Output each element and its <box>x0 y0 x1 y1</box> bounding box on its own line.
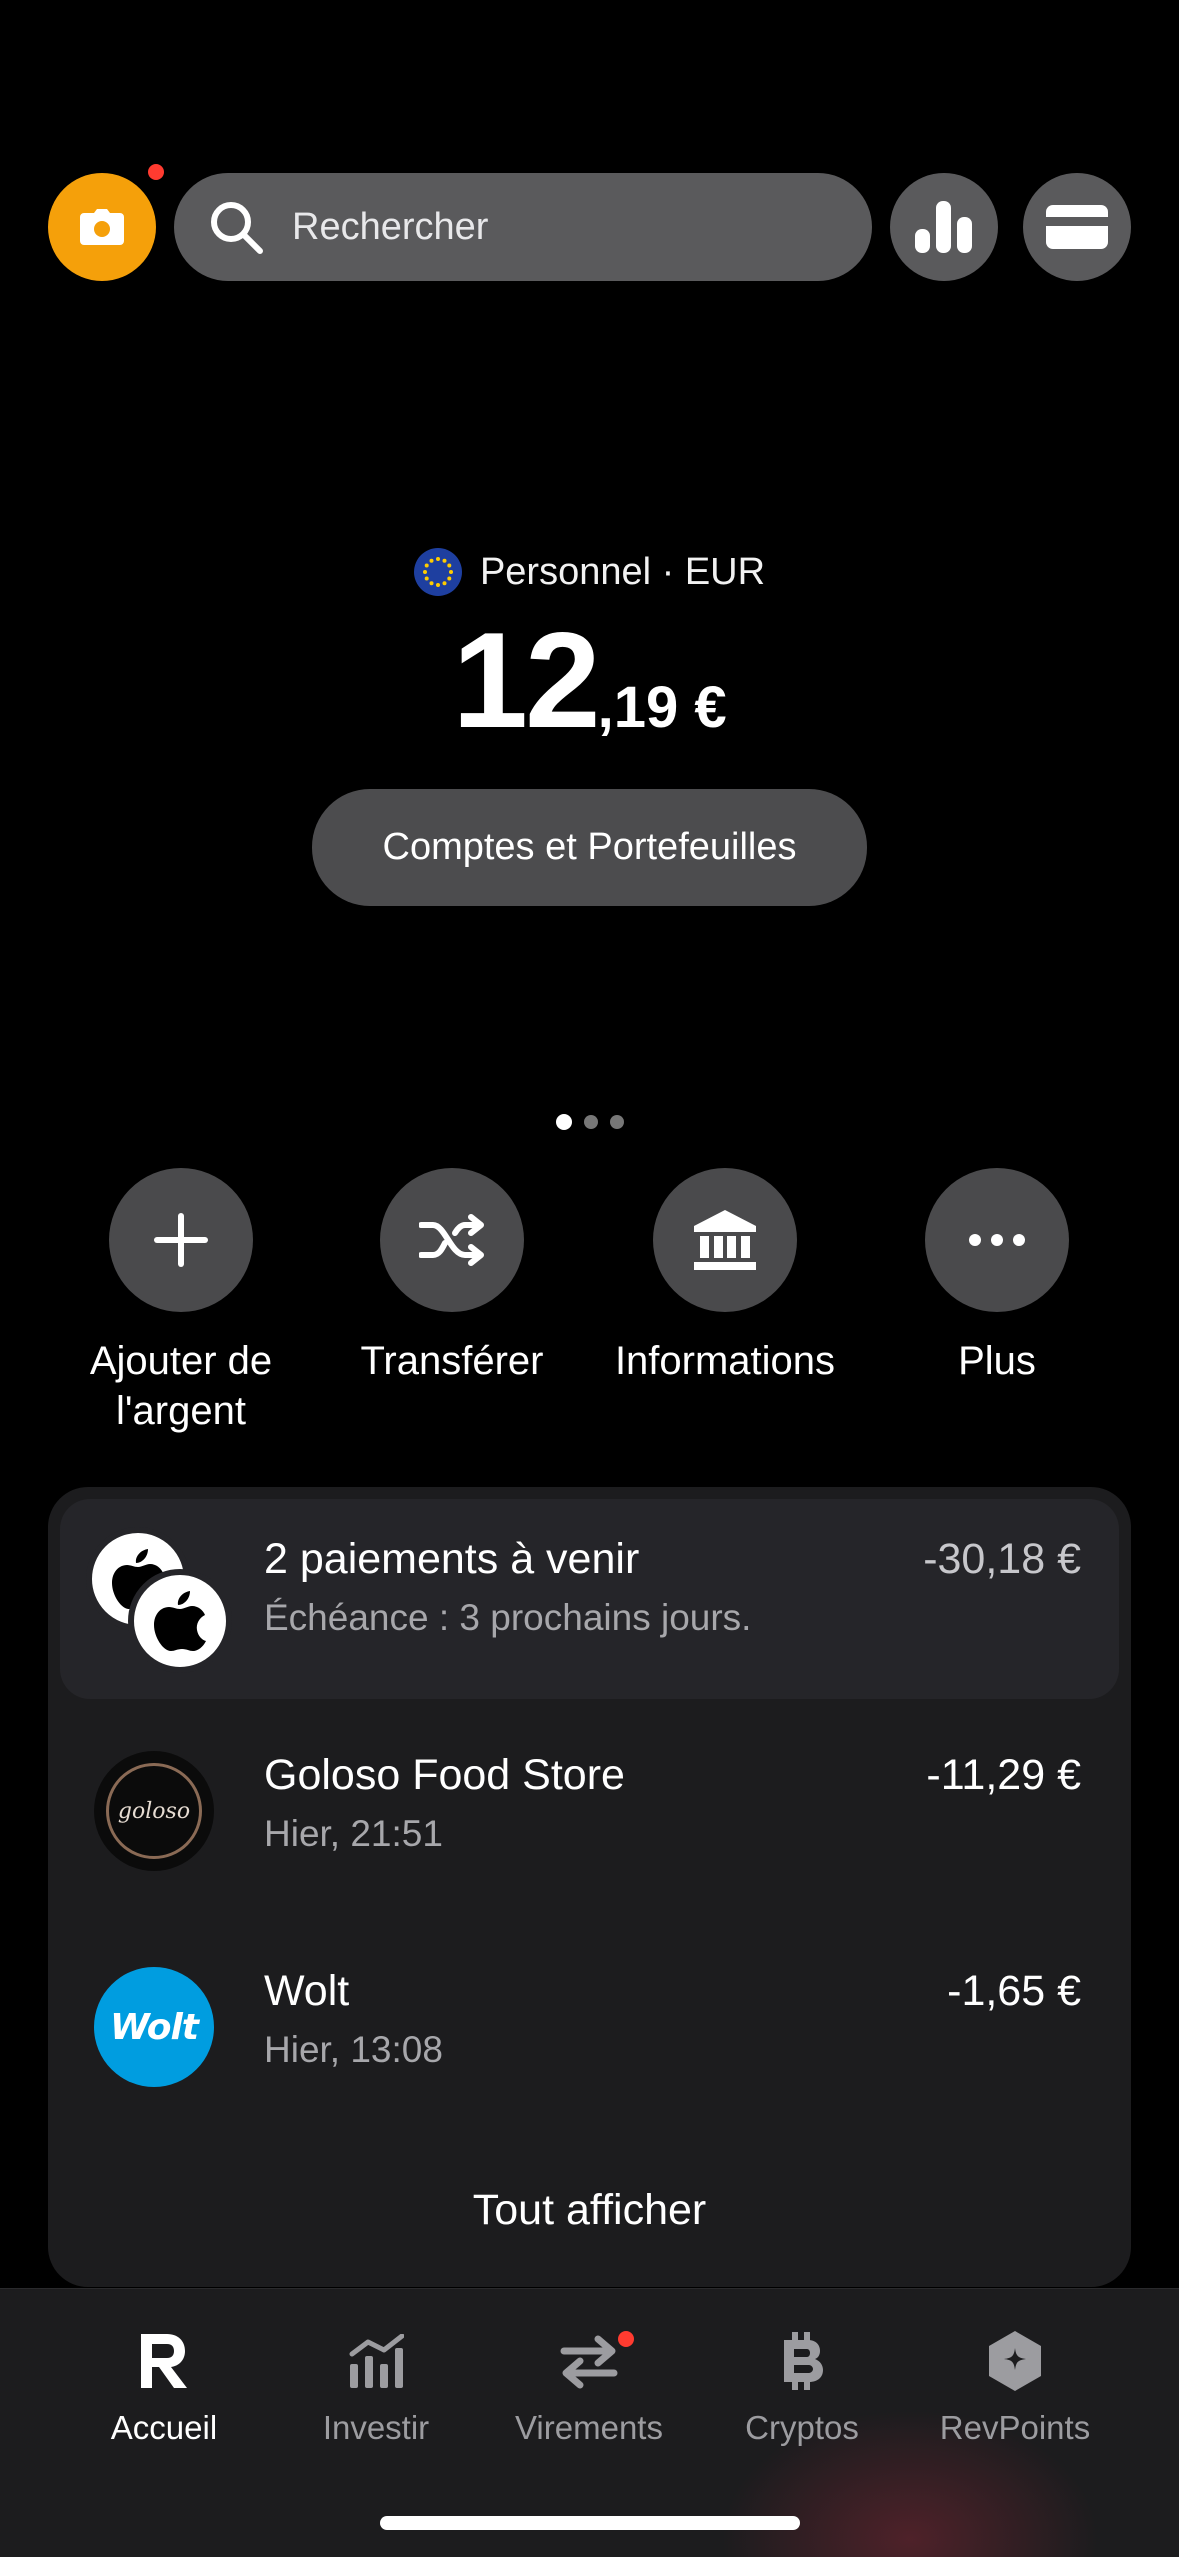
nav-revpoints-label: RevPoints <box>939 2409 1091 2446</box>
revolut-r-icon <box>141 2334 187 2388</box>
page-dot[interactable] <box>609 1115 624 1129</box>
transfer-arrows-icon <box>560 2335 618 2389</box>
nav-invest-label: Investir <box>322 2409 430 2446</box>
transaction-title: Goloso Food Store <box>264 1751 625 1799</box>
nav-home-label: Accueil <box>110 2409 218 2446</box>
nav-transfers-label: Virements <box>515 2409 663 2446</box>
eu-flag-icon <box>413 548 462 596</box>
home-indicator <box>380 2516 800 2530</box>
bank-icon <box>694 1210 756 1270</box>
transaction-amount: -11,29 € <box>926 1751 1081 1799</box>
transaction-time: Hier, 21:51 <box>264 1813 443 1854</box>
transaction-title: Wolt <box>264 1967 350 2015</box>
plus-icon <box>154 1213 208 1267</box>
bitcoin-icon <box>784 2332 823 2390</box>
analytics-button[interactable] <box>890 173 998 281</box>
upcoming-title: 2 paiements à venir <box>264 1535 640 1583</box>
more-icon <box>969 1234 1025 1246</box>
transactions-card: 2 paiements à venir Échéance : 3 prochai… <box>48 1487 1131 2287</box>
search-bar[interactable]: Rechercher <box>174 173 872 281</box>
notification-dot <box>148 164 164 180</box>
invest-chart-icon <box>349 2334 404 2388</box>
account-label: Personnel · EUR <box>479 550 766 593</box>
show-all-link[interactable]: Tout afficher <box>48 2186 1131 2235</box>
balance-integer: 12 <box>452 604 600 756</box>
information-button[interactable] <box>653 1168 797 1312</box>
apple-logo-icon <box>128 1569 232 1673</box>
add-money-action[interactable]: Ajouter de l'argent <box>51 1168 311 1436</box>
revpoints-icon <box>989 2331 1041 2391</box>
transaction-amount: -1,65 € <box>947 1967 1081 2015</box>
wolt-logo: Wolt <box>94 1967 214 2087</box>
nav-invest[interactable]: Investir <box>266 2319 486 2447</box>
wolt-logo-text: Wolt <box>109 2006 199 2048</box>
information-label: Informations <box>614 1339 836 1383</box>
nav-home[interactable]: Accueil <box>54 2319 274 2447</box>
bar-chart-icon <box>915 201 972 253</box>
transfer-action[interactable]: Transférer <box>322 1168 582 1386</box>
account-selector[interactable]: Personnel · EUR <box>0 548 1179 596</box>
transfer-button[interactable] <box>380 1168 524 1312</box>
nav-notification-dot <box>618 2331 634 2347</box>
goloso-logo-text: goloso <box>117 1798 191 1824</box>
cards-button[interactable] <box>1023 173 1131 281</box>
search-icon <box>211 202 263 254</box>
upcoming-subtitle: Échéance : 3 prochains jours. <box>264 1597 752 1638</box>
shuffle-icon <box>419 1214 484 1266</box>
page-dot[interactable] <box>555 1114 572 1130</box>
balance-amount: 12,19 € <box>0 612 1179 748</box>
upcoming-amount: -30,18 € <box>923 1535 1081 1583</box>
nav-transfers[interactable]: Virements <box>479 2319 699 2447</box>
camera-icon <box>80 209 124 245</box>
nav-crypto-label: Cryptos <box>745 2409 859 2446</box>
add-money-button[interactable] <box>109 1168 253 1312</box>
nav-revpoints[interactable]: RevPoints <box>905 2319 1125 2447</box>
card-icon <box>1046 205 1108 249</box>
page-indicator <box>0 1114 1179 1130</box>
add-money-label: Ajouter de l'argent <box>89 1339 273 1433</box>
transaction-time: Hier, 13:08 <box>264 2029 443 2070</box>
camera-button[interactable] <box>48 173 156 281</box>
balance-decimal: ,19 € <box>597 675 727 740</box>
transfer-label: Transférer <box>360 1339 544 1383</box>
more-button[interactable] <box>925 1168 1069 1312</box>
information-action[interactable]: Informations <box>595 1168 855 1386</box>
page-dot[interactable] <box>583 1115 598 1129</box>
more-label: Plus <box>958 1339 1036 1383</box>
nav-crypto[interactable]: Cryptos <box>692 2319 912 2447</box>
goloso-logo: goloso <box>94 1751 214 1871</box>
accounts-wallets-button[interactable]: Comptes et Portefeuilles <box>312 789 867 906</box>
more-action[interactable]: Plus <box>867 1168 1127 1386</box>
search-placeholder: Rechercher <box>292 205 489 248</box>
